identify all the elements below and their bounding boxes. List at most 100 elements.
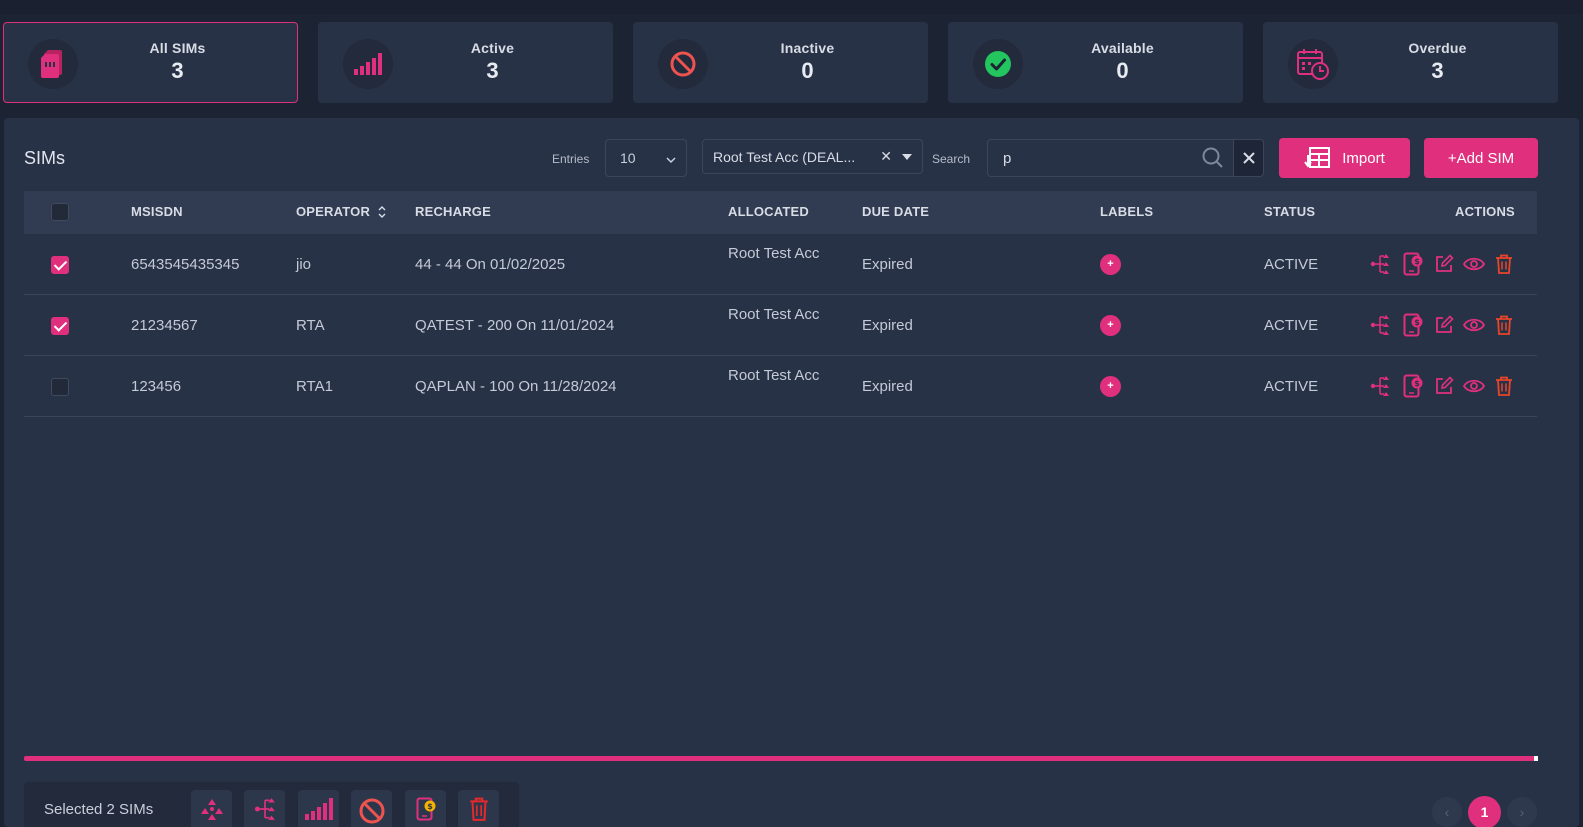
ban-icon (359, 798, 384, 824)
edit-icon[interactable] (1433, 375, 1455, 397)
entries-select[interactable]: 10 (605, 139, 687, 177)
delete-icon[interactable] (1493, 375, 1515, 397)
column-allocated: ALLOCATED (728, 204, 809, 219)
column-operator-label: OPERATOR (296, 204, 371, 219)
add-label-button[interactable]: + (1100, 376, 1121, 397)
view-icon[interactable] (1463, 253, 1485, 275)
bulk-assign-button[interactable] (191, 790, 232, 827)
column-due-date: DUE DATE (862, 204, 930, 219)
allocated-cell: Root Test Acc (728, 306, 820, 323)
msisdn-cell: 123456 (131, 378, 182, 395)
table-row[interactable]: 123456 RTA1 QAPLAN - 100 On 11/28/2024 R… (24, 356, 1537, 417)
row-checkbox[interactable] (51, 256, 69, 274)
chevron-down-icon (666, 152, 676, 168)
row-checkbox[interactable] (51, 378, 69, 396)
caret-down-icon[interactable] (902, 154, 912, 160)
stat-value: 0 (801, 58, 814, 83)
selected-count: Selected 2 SIMs (44, 801, 154, 818)
search-icon[interactable] (1201, 146, 1225, 175)
stat-card-overdue[interactable]: Overdue 3 (1263, 22, 1558, 103)
msisdn-cell: 6543545435345 (131, 256, 240, 273)
stat-value: 3 (171, 58, 184, 83)
recharge-cell: QATEST - 200 On 11/01/2024 (415, 317, 615, 334)
horizontal-scrollbar[interactable] (24, 756, 1538, 761)
stat-card-all-sims[interactable]: All SIMs 3 (3, 22, 298, 103)
account-filter-select[interactable]: Root Test Acc (DEAL... ✕ (702, 139, 923, 174)
add-sim-label: +Add SIM (1447, 149, 1515, 167)
hierarchy-icon[interactable] (1369, 314, 1391, 336)
status-cell: ACTIVE (1264, 317, 1319, 334)
add-label-button[interactable]: + (1100, 315, 1121, 336)
stat-label: Inactive (780, 40, 835, 56)
top-strip (0, 0, 1583, 14)
column-status: STATUS (1264, 204, 1316, 219)
pagination-current[interactable]: 1 (1468, 796, 1501, 827)
stat-label: All SIMs (149, 40, 206, 56)
svg-text:$: $ (1414, 318, 1420, 327)
entries-value: 10 (620, 150, 636, 166)
delete-icon[interactable] (1493, 314, 1515, 336)
recharge-sim-icon[interactable]: $ (1402, 313, 1424, 337)
allocated-cell: Root Test Acc (728, 245, 820, 262)
entries-label: Entries (552, 152, 590, 166)
stat-value: 3 (486, 58, 499, 83)
view-icon[interactable] (1463, 375, 1485, 397)
hierarchy-icon[interactable] (1369, 375, 1391, 397)
clear-filter-icon[interactable]: ✕ (880, 148, 892, 165)
operator-cell: jio (296, 256, 312, 273)
sort-icon[interactable] (377, 205, 387, 219)
edit-icon[interactable] (1433, 314, 1455, 336)
svg-text:$: $ (1414, 379, 1420, 388)
recharge-sim-icon: $ (416, 797, 435, 821)
due-date-cell: Expired (862, 317, 913, 334)
status-cell: ACTIVE (1264, 378, 1319, 395)
pagination-prev[interactable]: ‹ (1432, 797, 1462, 827)
row-checkbox[interactable] (51, 317, 69, 335)
stat-card-active[interactable]: Active 3 (318, 22, 613, 103)
bulk-delete-button[interactable] (458, 790, 499, 827)
status-cell: ACTIVE (1264, 256, 1319, 273)
msisdn-cell: 21234567 (131, 317, 198, 334)
edit-icon[interactable] (1433, 253, 1455, 275)
column-recharge: RECHARGE (415, 204, 491, 219)
table-import-icon (1304, 147, 1331, 168)
users-triangle-icon (200, 799, 223, 820)
signal-bars-icon (304, 798, 333, 820)
column-operator[interactable]: OPERATOR (296, 204, 387, 219)
operator-cell: RTA1 (296, 378, 333, 395)
recharge-cell: 44 - 44 On 01/02/2025 (415, 256, 566, 273)
add-label-button[interactable]: + (1100, 254, 1121, 275)
pagination-next[interactable]: › (1507, 797, 1537, 827)
recharge-sim-icon[interactable]: $ (1402, 252, 1424, 276)
bulk-activate-button[interactable] (298, 790, 339, 827)
bulk-hierarchy-button[interactable] (244, 790, 285, 827)
allocated-cell: Root Test Acc (728, 367, 820, 384)
table-row[interactable]: 21234567 RTA QATEST - 200 On 11/01/2024 … (24, 295, 1537, 356)
import-label: Import (1342, 149, 1385, 167)
search-clear-button[interactable] (1233, 139, 1264, 177)
hierarchy-icon[interactable] (1369, 253, 1391, 275)
column-labels: LABELS (1100, 204, 1154, 219)
stat-label: Available (1091, 40, 1154, 56)
operator-cell: RTA (296, 317, 325, 334)
bulk-deactivate-button[interactable] (351, 790, 392, 827)
view-icon[interactable] (1463, 314, 1485, 336)
close-icon (1242, 152, 1255, 164)
import-button[interactable]: Import (1279, 138, 1410, 178)
due-date-cell: Expired (862, 378, 913, 395)
column-msisdn[interactable]: MSISDN (131, 204, 183, 219)
svg-text:$: $ (1414, 257, 1420, 266)
stat-card-inactive[interactable]: Inactive 0 (633, 22, 928, 103)
stat-card-available[interactable]: Available 0 (948, 22, 1243, 103)
recharge-sim-icon[interactable]: $ (1402, 374, 1424, 398)
search-input[interactable] (987, 139, 1234, 177)
add-sim-button[interactable]: +Add SIM (1424, 138, 1538, 178)
table-row[interactable]: 6543545435345 jio 44 - 44 On 01/02/2025 … (24, 234, 1537, 295)
bulk-action-bar: Selected 2 SIMs $ (24, 782, 519, 827)
delete-icon[interactable] (1493, 253, 1515, 275)
select-all-checkbox[interactable] (51, 203, 69, 221)
page-title: SIMs (24, 148, 66, 168)
stat-value: 3 (1431, 58, 1444, 83)
search-label: Search (932, 152, 971, 166)
bulk-recharge-button[interactable]: $ (405, 790, 446, 827)
